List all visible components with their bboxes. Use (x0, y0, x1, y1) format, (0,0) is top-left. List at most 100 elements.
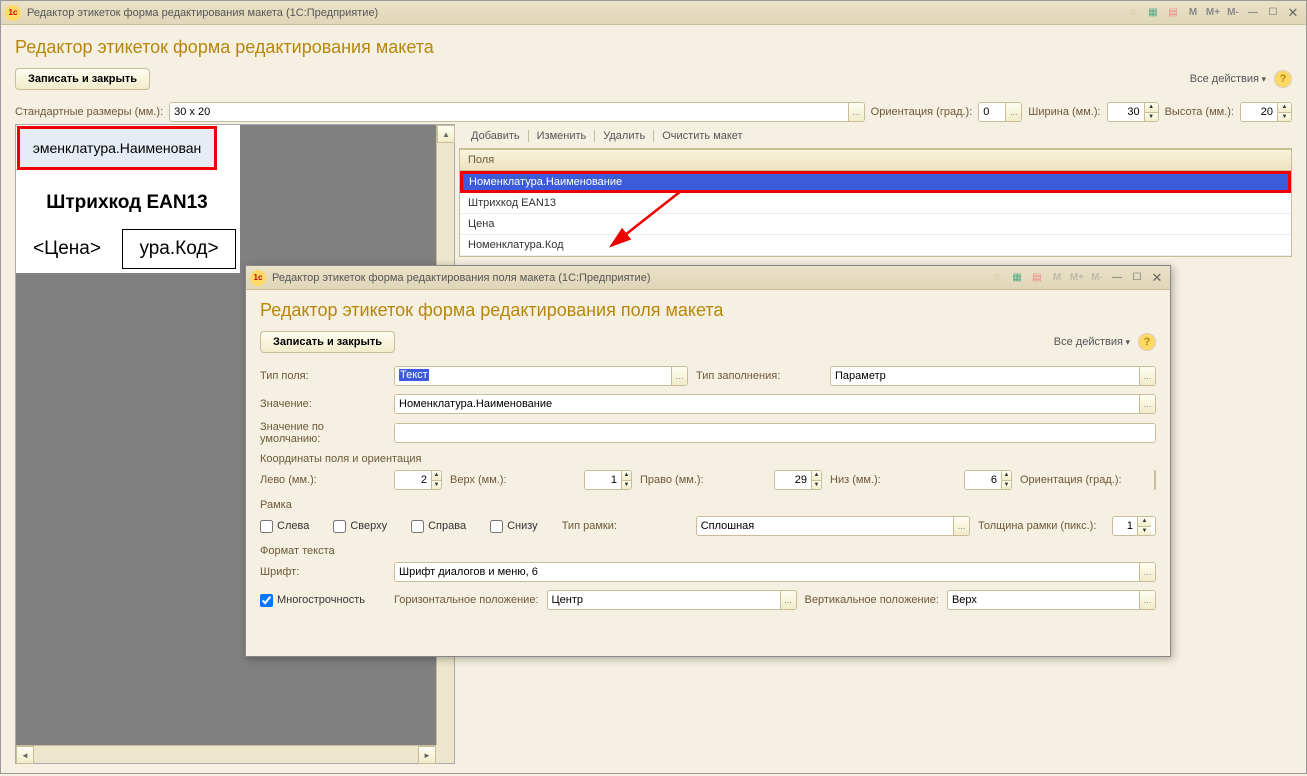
clear-link[interactable]: Очистить макет (658, 130, 746, 142)
scroll-left-icon[interactable]: ◄ (16, 746, 34, 764)
preview-scroll-h[interactable]: ◄ ► (16, 745, 436, 763)
more-icon[interactable]: … (953, 517, 969, 535)
scroll-up-icon[interactable]: ▲ (437, 125, 455, 143)
orient-input[interactable]: … (978, 102, 1022, 122)
fill-type-input[interactable]: … (830, 366, 1156, 386)
frame-left-checkbox[interactable]: Слева (260, 520, 309, 533)
value-field[interactable] (395, 395, 1139, 413)
add-link[interactable]: Добавить (467, 130, 524, 142)
width-down-icon[interactable]: ▼ (1145, 112, 1158, 122)
orient-input[interactable]: … (1154, 470, 1156, 490)
right-input[interactable]: ▲▼ (774, 470, 822, 490)
more-icon[interactable]: … (1139, 367, 1155, 385)
mem-mplus-button[interactable]: M+ (1204, 5, 1222, 21)
preview-field-code[interactable]: ура.Код> (122, 229, 236, 269)
top-input[interactable]: ▲▼ (584, 470, 632, 490)
frame-top-checkbox[interactable]: Сверху (333, 520, 387, 533)
std-sizes-input[interactable]: … (169, 102, 865, 122)
orient-more-icon[interactable]: … (1005, 103, 1021, 121)
grid-row[interactable]: Штрихкод EAN13 (460, 193, 1291, 214)
height-field[interactable] (1241, 103, 1277, 121)
height-input[interactable]: ▲▼ (1240, 102, 1292, 122)
grid-row[interactable]: Номенклатура.Код (460, 235, 1291, 256)
maximize-button[interactable]: ☐ (1128, 270, 1146, 286)
titlebar-controls: M M+ M- — ☐ ✕ (1124, 5, 1302, 21)
edit-field-dialog: 1c Редактор этикеток форма редактировани… (245, 265, 1171, 657)
favorite-icon[interactable] (1124, 5, 1142, 21)
halign-input[interactable]: … (547, 590, 797, 610)
halign-label: Горизонтальное положение: (394, 594, 539, 606)
height-down-icon[interactable]: ▼ (1278, 112, 1291, 122)
more-icon[interactable]: … (780, 591, 796, 609)
orient-field[interactable] (979, 103, 1005, 121)
field-type-label: Тип поля: (260, 370, 386, 382)
grid-row-selected[interactable]: Номенклатура.Наименование (460, 171, 1291, 193)
minimize-button[interactable]: — (1108, 270, 1126, 286)
frame-bottom-checkbox[interactable]: Снизу (490, 520, 538, 533)
close-button[interactable]: ✕ (1148, 270, 1166, 286)
mem-m-button[interactable]: M (1184, 5, 1202, 21)
orient-label: Ориентация (град.): (871, 106, 973, 118)
calendar-icon[interactable] (1164, 5, 1182, 21)
dialog-form-title: Редактор этикеток форма редактирования п… (260, 300, 1156, 321)
preview-field-barcode[interactable]: Штрихкод EAN13 (17, 185, 237, 221)
calculator-icon[interactable] (1144, 5, 1162, 21)
close-button[interactable]: ✕ (1284, 5, 1302, 21)
dialog-save-close-button[interactable]: Записать и закрыть (260, 331, 395, 353)
calendar-icon[interactable] (1028, 270, 1046, 286)
params-row: Стандартные размеры (мм.): … Ориентация … (15, 102, 1292, 122)
valign-input[interactable]: … (947, 590, 1156, 610)
default-input[interactable] (394, 423, 1156, 443)
minimize-button[interactable]: — (1244, 5, 1262, 21)
dialog-all-actions-menu[interactable]: Все действия (1054, 336, 1130, 348)
width-up-icon[interactable]: ▲ (1145, 103, 1158, 112)
all-actions-menu[interactable]: Все действия (1190, 73, 1266, 85)
frame-width-input[interactable]: ▲▼ (1112, 516, 1156, 536)
save-close-button[interactable]: Записать и закрыть (15, 68, 150, 90)
more-icon[interactable]: … (1139, 591, 1155, 609)
dialog-title: Редактор этикеток форма редактирования п… (272, 272, 988, 284)
value-input[interactable]: … (394, 394, 1156, 414)
field-type-input[interactable]: Текст … (394, 366, 688, 386)
more-icon[interactable]: … (1139, 395, 1155, 413)
field-type-value[interactable]: Текст (399, 369, 429, 381)
scroll-right-icon[interactable]: ► (418, 746, 436, 764)
grid-actions: Добавить Изменить Удалить Очистить макет (459, 124, 1292, 149)
edit-link[interactable]: Изменить (533, 130, 591, 142)
more-icon[interactable]: … (671, 367, 687, 385)
frame-type-label: Тип рамки: (562, 520, 688, 532)
value-label: Значение: (260, 398, 386, 410)
app-icon: 1c (5, 5, 21, 21)
width-field[interactable] (1108, 103, 1144, 121)
more-icon[interactable]: … (1139, 563, 1155, 581)
maximize-button[interactable]: ☐ (1264, 5, 1282, 21)
preview-field-price[interactable]: <Цена> (17, 229, 117, 269)
form-title: Редактор этикеток форма редактирования м… (15, 37, 1292, 58)
preview-field-name[interactable]: эменклатура.Наименован (17, 126, 217, 170)
help-icon[interactable]: ? (1274, 70, 1292, 88)
favorite-icon[interactable] (988, 270, 1006, 286)
right-label: Право (мм.): (640, 474, 766, 486)
multiline-checkbox[interactable]: Многострочность (260, 594, 386, 607)
preview-canvas[interactable]: эменклатура.Наименован Штрихкод EAN13 <Ц… (16, 125, 240, 273)
help-icon[interactable]: ? (1138, 333, 1156, 351)
left-input[interactable]: ▲▼ (394, 470, 442, 490)
std-sizes-field[interactable] (170, 103, 848, 121)
bottom-input[interactable]: ▲▼ (964, 470, 1012, 490)
valign-label: Вертикальное положение: (805, 594, 939, 606)
mem-mminus-button[interactable]: M- (1224, 5, 1242, 21)
frame-right-checkbox[interactable]: Справа (411, 520, 466, 533)
coords-section: Координаты поля и ориентация (260, 453, 1156, 465)
std-sizes-more-icon[interactable]: … (848, 103, 864, 121)
height-up-icon[interactable]: ▲ (1278, 103, 1291, 112)
delete-link[interactable]: Удалить (599, 130, 649, 142)
width-input[interactable]: ▲▼ (1107, 102, 1159, 122)
frame-type-input[interactable]: … (696, 516, 970, 536)
font-input[interactable]: … (394, 562, 1156, 582)
default-field[interactable] (395, 424, 1155, 442)
grid-row[interactable]: Цена (460, 214, 1291, 235)
frame-section: Рамка (260, 499, 1156, 511)
calculator-icon[interactable] (1008, 270, 1026, 286)
toolbar: Записать и закрыть Все действия ? (15, 68, 1292, 90)
fill-type-field[interactable] (831, 367, 1139, 385)
